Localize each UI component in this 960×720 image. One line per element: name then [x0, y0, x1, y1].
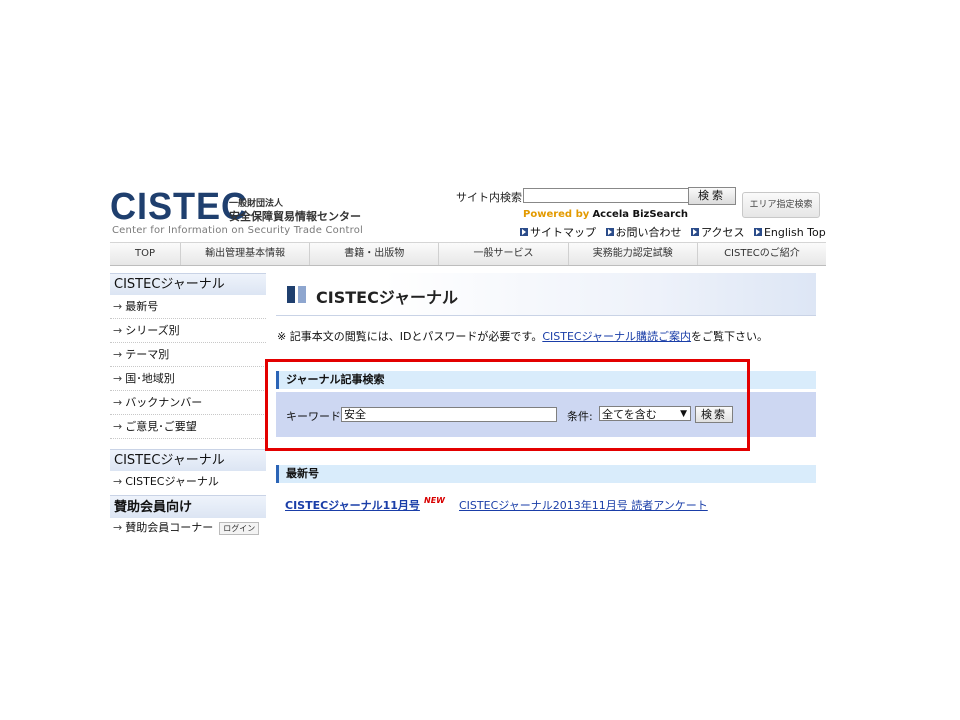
arrow-right-icon: →	[113, 420, 123, 433]
access-notice: ※ 記事本文の閲覧には、IDとパスワードが必要です。CISTECジャーナル購読ご…	[277, 330, 769, 343]
sidebar-item-region[interactable]: → 国･地域別	[110, 367, 266, 391]
nav-top[interactable]: TOP	[110, 243, 181, 265]
powered-by-name: Accela BizSearch	[592, 209, 689, 220]
sidebar-item-backnumber[interactable]: → バックナンバー	[110, 391, 266, 415]
sidebar-item-feedback[interactable]: → ご意見･ご要望	[110, 415, 266, 439]
nav-about-cistec[interactable]: CISTECのご紹介	[698, 243, 826, 265]
site-search-input[interactable]	[523, 188, 690, 203]
arrow-right-icon: →	[113, 348, 123, 361]
arrow-right-icon: →	[113, 324, 123, 337]
arrow-right-icon: →	[113, 521, 123, 534]
arrow-right-icon: →	[113, 300, 123, 313]
latest-issue-heading: 最新号	[276, 465, 816, 483]
logo-tagline: Center for Information on Security Trade…	[112, 225, 364, 236]
arrow-square-icon	[753, 228, 762, 236]
powered-by: Powered by Accela BizSearch	[523, 209, 688, 220]
highlight-annotation-box	[265, 359, 750, 451]
site-search-label: サイト内検索	[456, 191, 522, 204]
subscription-guide-link[interactable]: CISTECジャーナル購読ご案内	[542, 330, 691, 343]
reader-survey-link[interactable]: CISTECジャーナル2013年11月号 読者アンケート	[459, 497, 708, 513]
nav-export-control-basics[interactable]: 輸出管理基本情報	[181, 243, 311, 265]
sidebar-item-theme[interactable]: → テーマ別	[110, 343, 266, 367]
sidebar-supporters-heading: 賛助会員向け	[110, 495, 266, 518]
arrow-square-icon	[520, 228, 528, 236]
util-link-english[interactable]: English Top	[753, 226, 826, 239]
org-name-label: 安全保障貿易情報センター	[229, 210, 361, 223]
arrow-square-icon	[691, 228, 699, 236]
sidebar-item-latest[interactable]: → 最新号	[110, 295, 266, 319]
sidebar-item-supporters-corner[interactable]: → 賛助会員コーナー ログイン	[110, 518, 266, 538]
nav-publications[interactable]: 書籍・出版物	[310, 243, 440, 265]
area-search-button[interactable]: エリア指定検索	[742, 192, 820, 218]
nav-general-services[interactable]: 一般サービス	[439, 243, 569, 265]
sidebar-item-journal[interactable]: → CISTECジャーナル	[110, 471, 266, 493]
latest-issue-link[interactable]: CISTECジャーナル11月号	[285, 497, 420, 513]
arrow-right-icon: →	[113, 396, 123, 409]
sidebar-journal2-heading[interactable]: CISTECジャーナル	[110, 449, 266, 471]
nav-certification-exam[interactable]: 実務能力認定試験	[569, 243, 698, 265]
arrow-right-icon: →	[113, 475, 123, 488]
page-title: CISTECジャーナル	[316, 288, 459, 307]
sidebar-item-series[interactable]: → シリーズ別	[110, 319, 266, 343]
global-nav: TOP 輸出管理基本情報 書籍・出版物 一般サービス 実務能力認定試験 CIST…	[110, 242, 826, 266]
arrow-square-icon	[605, 228, 614, 236]
powered-by-label: Powered by	[523, 209, 590, 220]
util-link-access[interactable]: アクセス	[691, 226, 744, 239]
sidebar-journal-heading[interactable]: CISTECジャーナル	[110, 273, 266, 295]
cistec-logo[interactable]: CISTEC	[110, 188, 248, 226]
utility-links: サイトマップ お問い合わせ アクセス English Top	[520, 224, 832, 240]
new-badge: NEW	[424, 496, 445, 505]
login-button[interactable]: ログイン	[219, 521, 260, 535]
title-block-icon	[298, 286, 306, 303]
arrow-right-icon: →	[113, 372, 123, 385]
title-block-icon	[287, 286, 295, 303]
util-link-sitemap[interactable]: サイトマップ	[520, 226, 596, 239]
site-search-button[interactable]: 検索	[688, 187, 736, 205]
util-link-contact[interactable]: お問い合わせ	[605, 226, 682, 239]
